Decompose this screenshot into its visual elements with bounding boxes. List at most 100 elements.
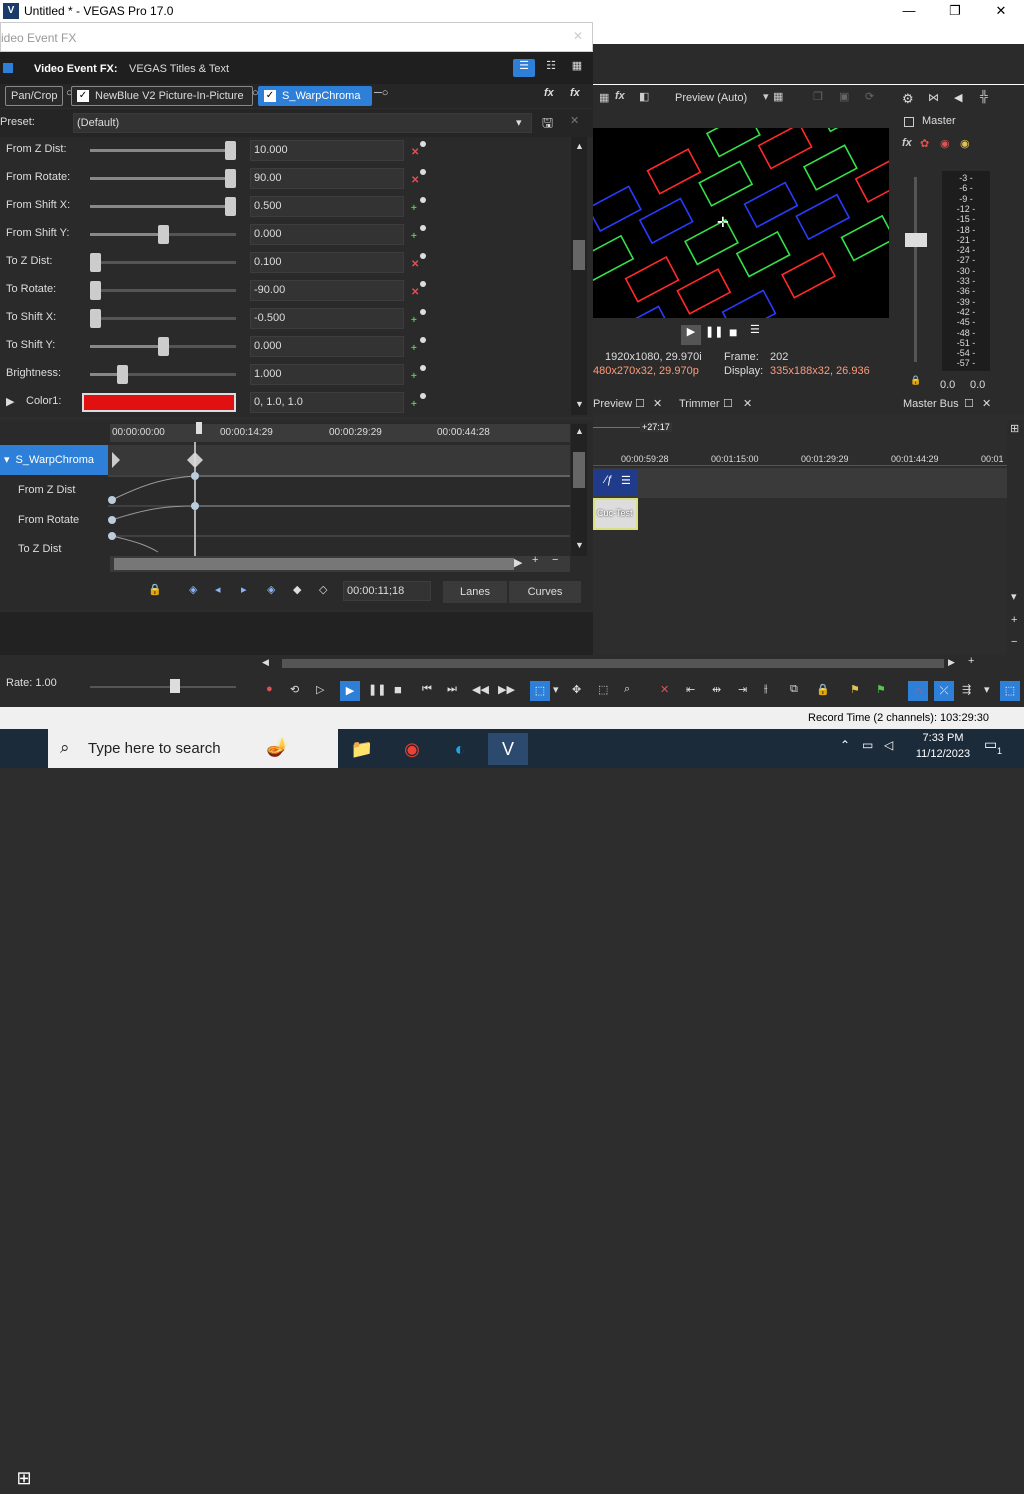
param-value-field[interactable]: 0.000 xyxy=(250,224,404,245)
notification-icon[interactable]: ▭ xyxy=(984,736,997,753)
chain-newblue[interactable]: ✓ NewBlue V2 Picture-In-Picture xyxy=(71,86,253,106)
save-snapshot-icon[interactable]: ▣ xyxy=(839,90,849,103)
param-value-field[interactable]: -90.00 xyxy=(250,280,404,301)
keyframe-toggle-icon[interactable]: ✕ xyxy=(410,253,428,271)
keyframe-toggle-icon[interactable]: + xyxy=(410,337,428,355)
master-fader-thumb[interactable] xyxy=(905,233,927,247)
mute-icon[interactable]: ◀ xyxy=(954,91,962,104)
param-value-field[interactable]: 1.000 xyxy=(250,364,404,385)
zoom-out-icon[interactable]: − xyxy=(1011,636,1017,648)
float-icon[interactable]: ☐ xyxy=(964,397,974,410)
go-to-start-icon[interactable]: ⏮ xyxy=(422,683,432,696)
stop-icon[interactable]: ■ xyxy=(729,324,737,340)
marker-icon[interactable]: ⚑ xyxy=(850,683,860,696)
file-explorer-icon[interactable]: 📁 xyxy=(342,733,382,765)
clock-time[interactable]: 7:33 PM xyxy=(918,732,968,744)
zoom-in-icon[interactable]: + xyxy=(968,655,974,667)
gear-icon[interactable]: ⚙ xyxy=(902,91,914,107)
kf-track-from-rotate[interactable]: From Rotate xyxy=(0,505,108,535)
video-clip[interactable]: Cuc-Test xyxy=(593,498,638,530)
float-icon[interactable]: ☐ xyxy=(635,397,645,410)
play-from-start-icon[interactable]: ▷ xyxy=(316,683,324,696)
record-icon[interactable]: ● xyxy=(266,683,273,695)
kf-track-from-z-dist[interactable]: From Z Dist xyxy=(0,475,108,505)
param-value-field[interactable]: 0.500 xyxy=(250,196,404,217)
param-value-field[interactable]: 0.100 xyxy=(250,252,404,273)
overlay-grid-icon[interactable]: ▦ xyxy=(773,90,783,103)
kf-ruler[interactable]: 00:00:00:00 00:00:14:29 00:00:29:29 00:0… xyxy=(110,424,570,442)
vef-close-icon[interactable]: ✕ xyxy=(573,29,583,43)
zoom-in-icon[interactable]: + xyxy=(1011,614,1017,626)
param-slider-track[interactable] xyxy=(90,169,236,188)
preview-video[interactable]: ✛ xyxy=(593,128,889,318)
ignore-grouping-icon[interactable]: ⧉ xyxy=(790,683,798,696)
play-icon[interactable]: ▶ xyxy=(340,681,360,701)
fx-icon[interactable]: fx xyxy=(615,90,625,102)
checkbox-icon[interactable]: ✓ xyxy=(77,90,89,103)
color-swatch[interactable] xyxy=(82,393,236,412)
loop-icon[interactable]: ⟲ xyxy=(290,683,299,696)
param-value-field[interactable]: 0, 1.0, 1.0 xyxy=(250,392,404,413)
close-button[interactable]: ✕ xyxy=(978,0,1024,22)
param-slider-track[interactable] xyxy=(90,225,236,244)
lock-icon[interactable]: 🔒 xyxy=(148,583,162,596)
param-slider-thumb[interactable] xyxy=(157,337,169,356)
kf-timecode[interactable]: 00:00:11;18 xyxy=(343,581,431,601)
keyframe-toggle-icon[interactable]: ✕ xyxy=(410,141,428,159)
first-keyframe-icon[interactable]: ◈ xyxy=(189,583,197,596)
kf-track-header[interactable]: ▾ S_WarpChroma xyxy=(0,445,108,475)
tab-curves[interactable]: Curves xyxy=(509,581,581,603)
preview-quality-dropdown[interactable]: Preview (Auto) xyxy=(675,92,747,104)
param-value-field[interactable]: -0.500 xyxy=(250,308,404,329)
split-icon[interactable]: ⫲ xyxy=(764,683,768,696)
grid-icon[interactable]: ▦ xyxy=(599,91,609,104)
taskbar-search[interactable]: ⌕ Type here to search 🪔 xyxy=(48,729,338,768)
preset-dropdown[interactable]: (Default) xyxy=(73,113,532,133)
scroll-thumb[interactable] xyxy=(573,240,585,270)
normal-edit-tool-icon[interactable]: ⬚ xyxy=(530,681,550,701)
compact-view-icon[interactable]: ☷ xyxy=(542,59,560,77)
prev-frame-icon[interactable]: ◀◀ xyxy=(472,683,489,696)
param-slider-track[interactable] xyxy=(90,309,236,328)
zoom-in-icon[interactable]: + xyxy=(532,554,538,566)
chain-warp-chroma[interactable]: ✓ S_WarpChroma xyxy=(258,86,372,106)
plugin-icon[interactable]: ◉ xyxy=(960,137,970,150)
close-tab-icon[interactable]: ✕ xyxy=(982,397,991,410)
tab-lanes[interactable]: Lanes xyxy=(443,581,507,603)
settings-icon[interactable]: ⟳ xyxy=(865,90,874,103)
tab-preview[interactable]: Preview xyxy=(593,398,632,410)
split-screen-icon[interactable]: ◧ xyxy=(639,90,649,103)
snapping-icon[interactable]: ∩ xyxy=(908,681,928,701)
pin-icon[interactable]: ⊞ xyxy=(1010,422,1019,435)
lock-icon[interactable]: 🔒 xyxy=(910,375,921,386)
lock-icon[interactable]: 🔒 xyxy=(816,683,830,696)
zoom-tool-icon[interactable]: ⌕ xyxy=(624,683,630,696)
param-slider-thumb[interactable] xyxy=(90,309,101,328)
selection-tool-icon[interactable]: ⬚ xyxy=(598,683,608,696)
trim-start-icon[interactable]: ⇤ xyxy=(686,683,695,696)
scroll-right-icon[interactable]: ▶ xyxy=(514,556,522,569)
param-value-field[interactable]: 10.000 xyxy=(250,140,404,161)
fx-add-icon[interactable]: fx xyxy=(544,87,554,99)
zoom-out-icon[interactable]: − xyxy=(552,554,558,566)
checkbox-icon[interactable]: ✓ xyxy=(264,90,276,103)
param-slider-thumb[interactable] xyxy=(225,169,236,188)
trim-end-icon[interactable]: ⇥ xyxy=(738,683,747,696)
clock-date[interactable]: 11/12/2023 xyxy=(912,748,974,760)
chevron-down-icon[interactable]: ▾ xyxy=(516,116,522,129)
timeline-scrollbar[interactable]: ⊞ ▾ + − xyxy=(1007,420,1024,655)
scroll-thumb[interactable] xyxy=(573,452,585,488)
play-icon[interactable]: ▶ xyxy=(681,325,701,345)
chevron-down-icon[interactable]: ▾ xyxy=(763,90,769,103)
timeline-hscroll[interactable]: ◀ ▶ + xyxy=(262,655,980,671)
next-keyframe-icon[interactable]: ▸ xyxy=(241,583,247,596)
keyframe-toggle-icon[interactable]: + xyxy=(410,225,428,243)
param-slider-thumb[interactable] xyxy=(157,225,169,244)
close-tab-icon[interactable]: ✕ xyxy=(743,397,752,410)
network-icon[interactable]: ▭ xyxy=(862,738,873,752)
param-value-field[interactable]: 0.000 xyxy=(250,336,404,357)
tab-trimmer[interactable]: Trimmer xyxy=(679,398,720,410)
last-keyframe-icon[interactable]: ◈ xyxy=(267,583,275,596)
copy-snapshot-icon[interactable]: ❐ xyxy=(813,90,823,103)
params-scrollbar[interactable]: ▲ ▼ xyxy=(571,137,587,415)
